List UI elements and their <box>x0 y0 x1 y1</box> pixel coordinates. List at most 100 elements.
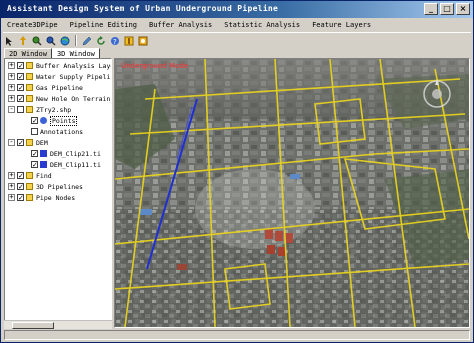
folder-icon <box>26 106 33 113</box>
tree-expander[interactable]: + <box>8 172 15 179</box>
map-canvas <box>115 59 469 327</box>
tree-expander[interactable]: - <box>8 139 15 146</box>
info-icon[interactable] <box>123 35 135 47</box>
building <box>275 231 283 241</box>
tree-node[interactable]: ✓ DEM_Clip21.ti <box>22 149 101 158</box>
zoom-in-icon[interactable] <box>31 35 43 47</box>
layer-checkbox[interactable]: ✓ <box>31 161 38 169</box>
pan-icon[interactable] <box>17 35 29 47</box>
toolbar: ? <box>3 32 471 48</box>
tree-node[interactable]: ✓ DEM_Clip11.ti <box>22 160 101 169</box>
menu-pipeline-editing[interactable]: Pipeline Editing <box>64 21 143 29</box>
close-button[interactable]: × <box>456 3 470 15</box>
layer-checkbox[interactable]: ✓ <box>17 194 24 202</box>
tree-node-label[interactable]: New Hole On Terrain ## <box>36 95 111 103</box>
tree-node-label[interactable]: ZTry2.shp <box>36 106 71 114</box>
tree-node[interactable]: + ✓ Water Supply Pipeline <box>8 72 111 81</box>
layer-tree-scrollbar[interactable] <box>4 320 112 329</box>
tree-expander[interactable]: + <box>8 183 15 190</box>
mode-label: Underground Mode <box>121 62 189 70</box>
layer-checkbox[interactable]: ✓ <box>17 62 24 70</box>
tree-node[interactable]: + ✓ Find <box>8 171 52 180</box>
tree-node-label[interactable]: Annotations <box>40 128 83 136</box>
app-window: Assistant Design System of Urban Undergr… <box>0 0 474 343</box>
tree-expander[interactable]: + <box>8 95 15 102</box>
tree-expander[interactable]: + <box>8 73 15 80</box>
map-3d-view[interactable]: Underground Mode <box>114 58 470 328</box>
tree-node[interactable]: + ✓ Gas Pipeline <box>8 83 83 92</box>
folder-icon <box>26 62 33 69</box>
tree-node[interactable]: - ✓ DEM <box>8 138 48 147</box>
menu-bar: Create3DPipe Pipeline Editing Buffer Ana… <box>1 18 473 31</box>
tree-node-label[interactable]: Gas Pipeline <box>36 84 83 92</box>
tree-node-label[interactable]: DEM_Clip11.ti <box>50 161 101 169</box>
folder-icon <box>26 84 33 91</box>
menu-buffer-analysis[interactable]: Buffer Analysis <box>143 21 218 29</box>
tree-node-label[interactable]: DEM_Clip21.ti <box>50 150 101 158</box>
window-controls: _ □ × <box>424 3 470 15</box>
title-bar[interactable]: Assistant Design System of Urban Undergr… <box>1 1 473 18</box>
settings-icon[interactable] <box>137 35 149 47</box>
view-tabs: 2D Window 3D Window <box>4 48 100 60</box>
layer-checkbox[interactable] <box>17 106 24 113</box>
help-icon[interactable]: ? <box>109 35 121 47</box>
folder-icon <box>26 183 33 190</box>
folder-icon <box>26 139 33 146</box>
raster-icon <box>40 150 47 157</box>
tree-node-label[interactable]: Buffer Analysis Layer <box>36 62 111 70</box>
tree-node-label[interactable]: Points <box>50 115 78 126</box>
folder-icon <box>26 73 33 80</box>
tree-node-label[interactable]: Pipe Nodes <box>36 194 75 202</box>
layer-checkbox[interactable] <box>31 128 38 135</box>
building <box>140 209 152 215</box>
tree-expander[interactable]: - <box>8 106 15 113</box>
point-layer-icon <box>40 117 47 124</box>
layer-checkbox[interactable]: ✓ <box>17 84 24 92</box>
layer-checkbox[interactable]: ✓ <box>17 139 24 147</box>
select-arrow-icon[interactable] <box>3 35 15 47</box>
layer-checkbox[interactable]: ✓ <box>17 183 24 191</box>
tree-expander[interactable]: + <box>8 194 15 201</box>
building <box>267 245 275 254</box>
folder-icon <box>26 95 33 102</box>
tree-expander[interactable]: + <box>8 62 15 69</box>
tree-node[interactable]: + ✓ Pipe Nodes <box>8 193 75 202</box>
layer-checkbox[interactable]: ✓ <box>31 117 38 125</box>
building <box>265 229 273 239</box>
tree-node[interactable]: +✓ New Hole On Terrain ## <box>8 94 111 103</box>
layer-checkbox[interactable]: ✓ <box>31 150 38 158</box>
tree-node[interactable]: - ZTry2.shp <box>8 105 71 114</box>
layer-tree: + ✓ Buffer Analysis Layer + ✓ Water Supply Pi… <box>4 58 112 328</box>
globe-icon[interactable] <box>59 35 71 47</box>
maximize-button[interactable]: □ <box>440 3 454 15</box>
tree-expander[interactable]: + <box>8 84 15 91</box>
menu-create3dpipe[interactable]: Create3DPipe <box>1 21 64 29</box>
refresh-icon[interactable] <box>95 35 107 47</box>
tree-node-label[interactable]: Find <box>36 172 52 180</box>
folder-icon <box>26 172 33 179</box>
svg-text:?: ? <box>113 38 117 46</box>
menu-statistic-analysis[interactable]: Statistic Analysis <box>218 21 306 29</box>
minimize-button[interactable]: _ <box>424 3 438 15</box>
layer-checkbox[interactable]: ✓ <box>17 95 24 103</box>
building <box>177 264 187 270</box>
layer-checkbox[interactable]: ✓ <box>17 172 24 180</box>
tree-node[interactable]: Annotations <box>22 127 83 136</box>
tree-node[interactable]: ✓ Points <box>22 115 78 126</box>
layer-checkbox[interactable]: ✓ <box>17 73 24 81</box>
tree-node[interactable]: + ✓ Buffer Analysis Layer <box>8 61 111 70</box>
raster-icon <box>40 161 47 168</box>
tree-node-label[interactable]: DEM <box>36 139 48 147</box>
building <box>285 233 293 243</box>
toolbar-separator <box>75 35 77 46</box>
zoom-out-icon[interactable] <box>45 35 57 47</box>
tree-node-label[interactable]: 3D Pipelines <box>36 183 83 191</box>
building <box>290 174 300 179</box>
highlight-area <box>195 169 315 249</box>
scrollbar-thumb[interactable] <box>12 322 54 329</box>
tree-node[interactable]: + ✓ 3D Pipelines <box>8 182 83 191</box>
window-title: Assistant Design System of Urban Undergr… <box>7 4 279 13</box>
tree-node-label[interactable]: Water Supply Pipeline <box>36 73 111 81</box>
edit-icon[interactable] <box>81 35 93 47</box>
menu-feature-layers[interactable]: Feature Layers <box>306 21 377 29</box>
